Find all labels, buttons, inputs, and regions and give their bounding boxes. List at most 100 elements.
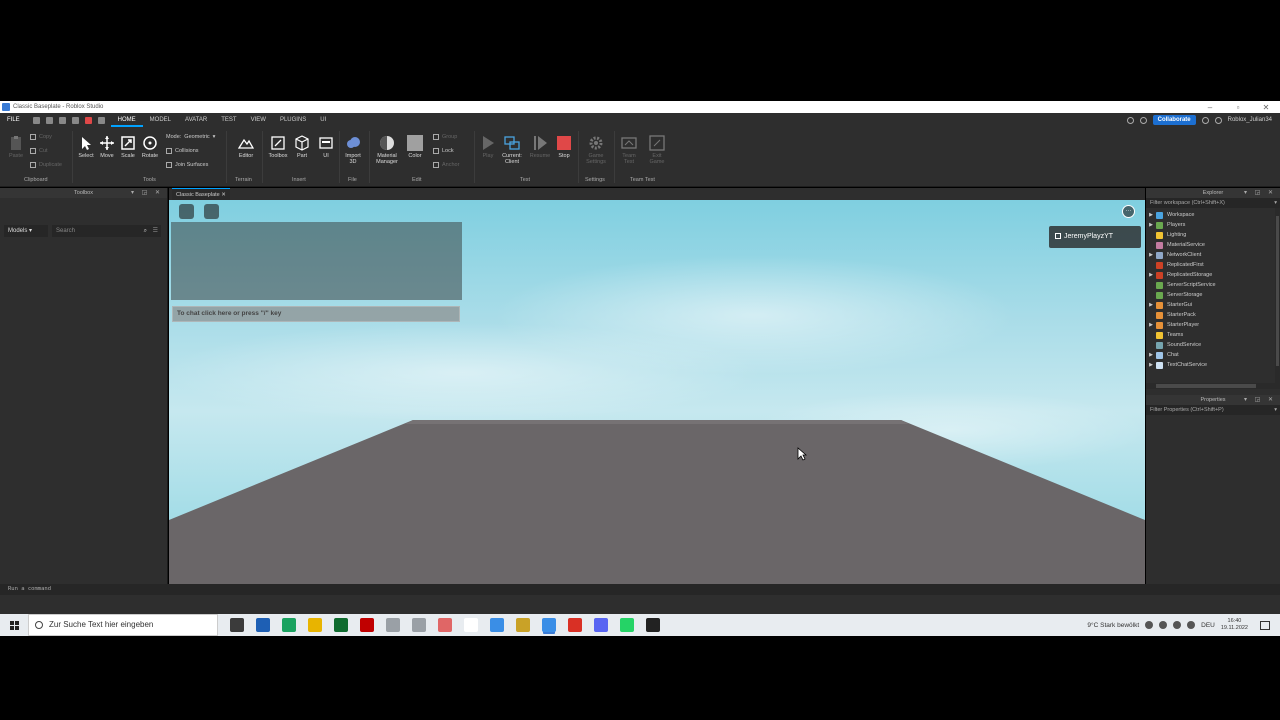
filter-icon[interactable]: ☰	[153, 225, 158, 237]
expand-arrow-icon[interactable]: ▶	[1146, 250, 1156, 260]
network-icon[interactable]	[1173, 621, 1182, 629]
explorer-item[interactable]: ▶ Chat	[1146, 350, 1280, 360]
ui-button[interactable]: UI	[317, 135, 335, 159]
taskbar-app-icon[interactable]	[230, 618, 244, 632]
menu-avatar[interactable]: AVATAR	[178, 113, 214, 127]
expand-arrow-icon[interactable]: ▶	[1146, 300, 1156, 310]
move-button[interactable]: Move	[98, 135, 116, 159]
menu-plugins[interactable]: PLUGINS	[273, 113, 313, 127]
explorer-item[interactable]: MaterialService	[1146, 240, 1280, 250]
collaborate-button[interactable]: Collaborate	[1152, 115, 1196, 125]
taskbar-app-icon[interactable]	[620, 618, 634, 632]
expand-arrow-icon[interactable]: ▶	[1146, 270, 1156, 280]
menu-view[interactable]: VIEW	[244, 113, 273, 127]
menu-test[interactable]: TEST	[214, 113, 243, 127]
explorer-item[interactable]: ▶ StarterGui	[1146, 300, 1280, 310]
explorer-item[interactable]: ▶ ReplicatedStorage	[1146, 270, 1280, 280]
share-icon[interactable]	[1201, 116, 1209, 124]
toolbox-search-input[interactable]: Search ⌕ ☰	[52, 225, 161, 237]
mode-dropdown[interactable]: Mode: Geometric ▾	[166, 134, 215, 140]
taskbar-app-icon[interactable]	[334, 618, 348, 632]
volume-icon[interactable]	[1187, 621, 1196, 629]
panel-controls[interactable]: ▾ ◲ ✕	[1244, 395, 1276, 405]
explorer-item[interactable]: ServerStorage	[1146, 290, 1280, 300]
join-surfaces-toggle[interactable]: Join Surfaces	[166, 162, 208, 168]
expand-arrow-icon[interactable]: ▶	[1146, 220, 1156, 230]
stop-icon[interactable]	[84, 116, 92, 124]
taskbar-app-icon[interactable]	[386, 618, 400, 632]
explorer-scrollbar[interactable]	[1275, 208, 1280, 383]
explorer-item[interactable]: SoundService	[1146, 340, 1280, 350]
tab-classic-baseplate[interactable]: Classic Baseplate ✕	[172, 188, 230, 200]
username[interactable]: Roblox_Julian34	[1228, 117, 1272, 123]
explorer-item[interactable]: ▶ TextChatService	[1146, 360, 1280, 370]
taskbar-app-icon[interactable]	[646, 618, 660, 632]
explorer-item[interactable]: StarterPack	[1146, 310, 1280, 320]
taskbar-app-icon[interactable]	[594, 618, 608, 632]
scale-button[interactable]: Scale	[119, 135, 137, 159]
minimize-icon[interactable]: –	[1196, 103, 1224, 112]
toolbox-button[interactable]: Toolbox	[266, 135, 290, 159]
team-test-button[interactable]: Team Test	[617, 135, 641, 165]
resume-button[interactable]: Resume	[528, 135, 552, 159]
command-bar-input[interactable]: Run a command	[0, 584, 1280, 595]
expand-arrow-icon[interactable]: ▶	[1146, 360, 1156, 370]
close-tab-icon[interactable]: ✕	[221, 192, 226, 198]
3d-viewport[interactable]: To chat click here or press "/" key ··· …	[169, 200, 1145, 584]
taskbar-app-icon[interactable]	[490, 618, 504, 632]
properties-filter-input[interactable]: Filter Properties (Ctrl+Shift+P) ▾	[1146, 405, 1280, 415]
panel-controls[interactable]: ▾ ◲ ✕	[131, 188, 163, 198]
lock-button[interactable]: Lock	[433, 148, 454, 154]
menu-file[interactable]: FILE	[0, 113, 27, 127]
taskbar-app-icon[interactable]	[464, 618, 478, 632]
import-3d-button[interactable]: Import 3D	[341, 135, 365, 165]
maximize-icon[interactable]: ▫	[1224, 103, 1252, 112]
clock[interactable]: 16:40 19.11.2022	[1221, 618, 1248, 632]
notifications-icon[interactable]	[1139, 116, 1147, 124]
taskbar-app-icon[interactable]	[308, 618, 322, 632]
explorer-item[interactable]: Lighting	[1146, 230, 1280, 240]
select-button[interactable]: Select	[77, 135, 95, 159]
current-client-button[interactable]: Current: Client	[499, 135, 525, 165]
more-options-icon[interactable]: ···	[1122, 205, 1135, 218]
explorer-hscrollbar[interactable]	[1146, 383, 1280, 389]
collisions-toggle[interactable]: Collisions	[166, 148, 199, 154]
explorer-item[interactable]: ▶ Players	[1146, 220, 1280, 230]
taskbar-search-input[interactable]: Zur Suche Text hier eingeben	[28, 614, 218, 636]
expand-arrow-icon[interactable]: ▶	[1146, 350, 1156, 360]
explorer-item[interactable]: ▶ Workspace	[1146, 210, 1280, 220]
rotate-button[interactable]: Rotate	[140, 135, 160, 159]
taskbar-app-icon[interactable]	[360, 618, 374, 632]
exit-game-button[interactable]: Exit Game	[645, 135, 669, 165]
menu-home[interactable]: HOME	[110, 113, 143, 127]
taskbar-app-icon[interactable]	[256, 618, 270, 632]
chat-input[interactable]: To chat click here or press "/" key	[172, 306, 460, 322]
start-button[interactable]	[0, 614, 28, 636]
explorer-item[interactable]: ServerScriptService	[1146, 280, 1280, 290]
taskbar-app-icon[interactable]	[438, 618, 452, 632]
explorer-filter-input[interactable]: Filter workspace (Ctrl+Shift+X) ▾	[1146, 198, 1280, 208]
weather-widget[interactable]: 9°C Stark bewölkt	[1087, 622, 1139, 629]
redo-icon[interactable]	[58, 116, 66, 124]
explorer-item[interactable]: ReplicatedFirst	[1146, 260, 1280, 270]
stop-button[interactable]: Stop	[555, 135, 573, 159]
material-manager-button[interactable]: Material Manager	[372, 135, 402, 165]
category-dropdown[interactable]: Models ▾	[4, 225, 48, 237]
close-icon[interactable]: ✕	[1252, 103, 1280, 112]
color-button[interactable]: Color	[405, 135, 425, 159]
game-settings-button[interactable]: Game Settings	[582, 135, 610, 165]
play-button[interactable]: Play	[478, 135, 498, 159]
explorer-item[interactable]: ▶ NetworkClient	[1146, 250, 1280, 260]
roblox-menu-icon[interactable]	[179, 204, 194, 219]
taskbar-app-icon[interactable]	[282, 618, 296, 632]
anchor-button[interactable]: Anchor	[433, 162, 459, 168]
explorer-item[interactable]: ▶ StarterPlayer	[1146, 320, 1280, 330]
duplicate-button[interactable]: Duplicate	[30, 162, 62, 168]
help-icon[interactable]	[1214, 116, 1222, 124]
menu-model[interactable]: MODEL	[143, 113, 178, 127]
taskbar-app-icon[interactable]	[542, 618, 556, 632]
part-button[interactable]: Part	[293, 135, 311, 159]
play-icon[interactable]	[71, 116, 79, 124]
language-indicator[interactable]: DEU	[1201, 622, 1215, 629]
expand-ribbon-icon[interactable]	[1126, 116, 1134, 124]
